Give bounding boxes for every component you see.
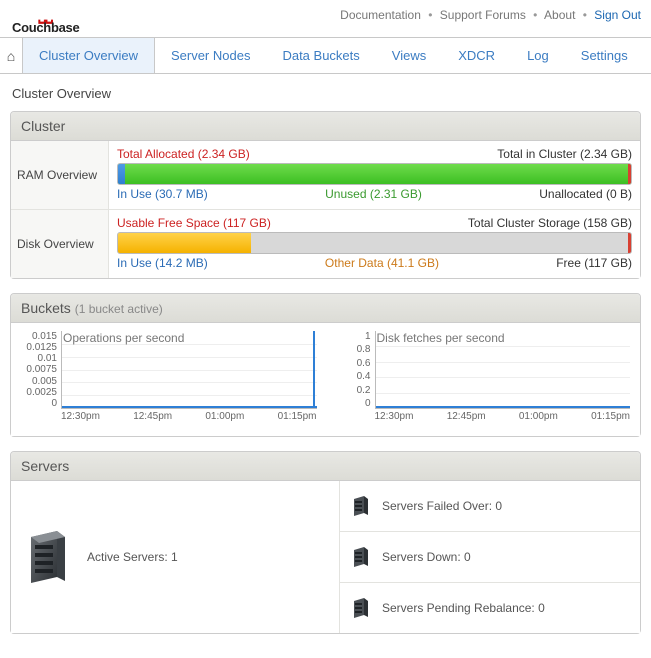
y-tick: 0.4 [357,371,371,382]
page-title: Cluster Overview [12,86,641,101]
tab-server-nodes[interactable]: Server Nodes [155,38,266,73]
y-tick: 0.6 [357,358,371,369]
server-icon [352,546,370,568]
separator: • [428,8,432,22]
server-icon [352,597,370,619]
y-tick: 0.015 [32,331,57,342]
ram-bar-end-tick [628,163,631,185]
main-nav: ⌂ Cluster Overview Server Nodes Data Buc… [0,38,651,74]
x-tick: 12:30pm [61,411,100,422]
server-icon [352,495,370,517]
disk-total-storage: Total Cluster Storage (158 GB) [468,216,632,230]
buckets-header-title: Buckets [21,300,71,316]
x-tick: 12:45pm [133,411,172,422]
sign-out-link[interactable]: Sign Out [594,8,641,22]
fetch-y-axis: 1 0.8 0.6 0.4 0.2 0 [335,331,375,409]
ram-unallocated: Unallocated (0 B) [539,187,632,201]
ram-overview-label: RAM Overview [11,141,109,209]
active-servers-cell: Active Servers: 1 [11,481,340,633]
ram-in-use: In Use (30.7 MB) [117,187,208,201]
servers-panel-header: Servers [11,452,640,481]
tab-log[interactable]: Log [511,38,565,73]
server-icon [25,529,69,585]
fetch-x-axis: 12:30pm 12:45pm 01:00pm 01:15pm [375,411,631,422]
about-link[interactable]: About [544,8,575,22]
tab-views[interactable]: Views [376,38,442,73]
ops-chart-title: Operations per second [63,331,184,345]
buckets-header-sub: (1 bucket active) [75,302,163,316]
disk-bar [117,232,632,254]
x-tick: 01:00pm [205,411,244,422]
y-tick: 0.8 [357,344,371,355]
ram-unused: Unused (2.31 GB) [325,187,422,201]
servers-down-row: Servers Down: 0 [340,532,640,583]
ram-total-allocated: Total Allocated (2.34 GB) [117,147,250,161]
ops-chart: Operations per second 0.015 0.0125 0.01 … [21,331,317,422]
couchbase-logo-icon: ⎵⎵ [38,6,52,20]
ops-y-axis: 0.015 0.0125 0.01 0.0075 0.005 0.0025 0 [21,331,61,409]
buckets-panel: Buckets (1 bucket active) Operations per… [10,293,641,437]
logo[interactable]: ⎵⎵ Couchbase [12,6,79,35]
disk-in-use: In Use (14.2 MB) [117,256,208,270]
y-tick: 1 [365,331,371,342]
active-servers-text: Active Servers: 1 [87,550,178,564]
servers-panel: Servers Active Servers [10,451,641,634]
ram-bar [117,163,632,185]
home-icon[interactable]: ⌂ [0,40,22,72]
y-tick: 0.0025 [26,387,57,398]
separator: • [533,8,537,22]
disk-overview-row: Disk Overview Usable Free Space (117 GB)… [11,210,640,278]
tab-xdcr[interactable]: XDCR [442,38,511,73]
y-tick: 0.2 [357,385,371,396]
support-forums-link[interactable]: Support Forums [440,8,526,22]
x-tick: 01:15pm [278,411,317,422]
logo-text: Couchbase [12,20,79,35]
y-tick: 0.01 [38,353,57,364]
documentation-link[interactable]: Documentation [340,8,421,22]
y-tick: 0 [51,398,57,409]
x-tick: 12:30pm [375,411,414,422]
fetch-chart-title: Disk fetches per second [377,331,505,345]
cluster-panel-header: Cluster [11,112,640,141]
servers-failed-over-text: Servers Failed Over: 0 [382,499,502,513]
disk-usable-free: Usable Free Space (117 GB) [117,216,271,230]
ram-overview-row: RAM Overview Total Allocated (2.34 GB) T… [11,141,640,210]
top-links: Documentation • Support Forums • About •… [340,6,641,22]
ops-x-axis: 12:30pm 12:45pm 01:00pm 01:15pm [61,411,317,422]
servers-failed-over-row: Servers Failed Over: 0 [340,481,640,532]
x-tick: 01:15pm [591,411,630,422]
servers-pending-rebalance-text: Servers Pending Rebalance: 0 [382,601,545,615]
content: Cluster Overview Cluster RAM Overview To… [0,74,651,658]
disk-bar-end-tick [628,232,631,254]
y-tick: 0.0075 [26,364,57,375]
disk-free: Free (117 GB) [556,256,632,270]
tab-data-buckets[interactable]: Data Buckets [266,38,375,73]
servers-pending-rebalance-row: Servers Pending Rebalance: 0 [340,583,640,633]
fetch-chart: Disk fetches per second 1 0.8 0.6 0.4 0.… [335,331,631,422]
tab-settings[interactable]: Settings [565,38,644,73]
y-tick: 0.0125 [26,342,57,353]
y-tick: 0.005 [32,376,57,387]
buckets-panel-header: Buckets (1 bucket active) [11,294,640,323]
x-tick: 12:45pm [447,411,486,422]
ram-total-in-cluster: Total in Cluster (2.34 GB) [497,147,632,161]
disk-other-data: Other Data (41.1 GB) [325,256,439,270]
x-tick: 01:00pm [519,411,558,422]
y-tick: 0 [365,398,371,409]
tab-cluster-overview[interactable]: Cluster Overview [22,38,155,73]
cluster-panel: Cluster RAM Overview Total Allocated (2.… [10,111,641,279]
separator: • [583,8,587,22]
servers-down-text: Servers Down: 0 [382,550,471,564]
disk-overview-label: Disk Overview [11,210,109,278]
header: ⎵⎵ Couchbase Documentation • Support For… [0,0,651,38]
